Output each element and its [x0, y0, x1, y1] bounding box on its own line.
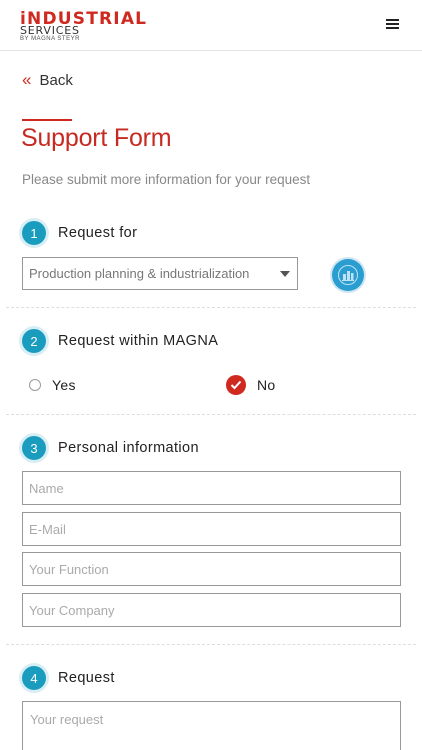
back-label: Back: [39, 71, 73, 89]
step-label: Request within MAGNA: [58, 333, 219, 349]
company-input[interactable]: [22, 593, 401, 627]
step-personal-information: 3 Personal information: [22, 436, 199, 460]
hamburger-menu-icon[interactable]: [384, 17, 402, 33]
company-logo[interactable]: iNDUSTRIAL SERVICES BY MAGNA STEYR: [20, 10, 160, 44]
logo-tagline: BY MAGNA STEYR: [20, 36, 80, 42]
section-divider: [6, 644, 416, 645]
category-info-icon[interactable]: [332, 259, 364, 291]
app-header: iNDUSTRIAL SERVICES BY MAGNA STEYR: [0, 0, 422, 51]
step-number-badge: 2: [22, 329, 46, 353]
step-label: Request for: [58, 225, 138, 241]
email-input[interactable]: [22, 512, 401, 546]
page-subtitle: Please submit more information for your …: [22, 172, 311, 187]
radio-no[interactable]: No: [226, 375, 276, 395]
back-link[interactable]: « Back: [22, 70, 73, 90]
step-label: Request: [58, 670, 115, 686]
step-label: Personal information: [58, 440, 199, 456]
step-number-badge: 1: [22, 221, 46, 245]
request-for-select[interactable]: Production planning & industrialization: [22, 257, 298, 290]
dropdown-arrow-icon: [280, 271, 290, 277]
request-textarea[interactable]: [22, 701, 401, 750]
step-number-badge: 4: [22, 666, 46, 690]
function-input[interactable]: [22, 552, 401, 586]
double-chevron-left-icon: «: [22, 70, 32, 89]
name-input[interactable]: [22, 471, 401, 505]
radio-yes-label: Yes: [52, 377, 76, 393]
radio-no-label: No: [257, 377, 276, 393]
title-accent-rule: [22, 119, 72, 121]
page-title: Support Form: [21, 124, 172, 152]
section-divider: [6, 414, 416, 415]
category-emblem-icon: [338, 265, 358, 285]
radio-unchecked-icon: [29, 379, 41, 391]
section-divider: [6, 307, 416, 308]
request-for-selected-value: Production planning & industrialization: [29, 266, 250, 281]
step-number-badge: 3: [22, 436, 46, 460]
step-request-for: 1 Request for: [22, 221, 137, 245]
radio-checked-icon: [226, 375, 246, 395]
step-request-within-magna: 2 Request within MAGNA: [22, 329, 218, 353]
step-request: 4 Request: [22, 666, 115, 690]
radio-yes[interactable]: Yes: [29, 377, 76, 393]
